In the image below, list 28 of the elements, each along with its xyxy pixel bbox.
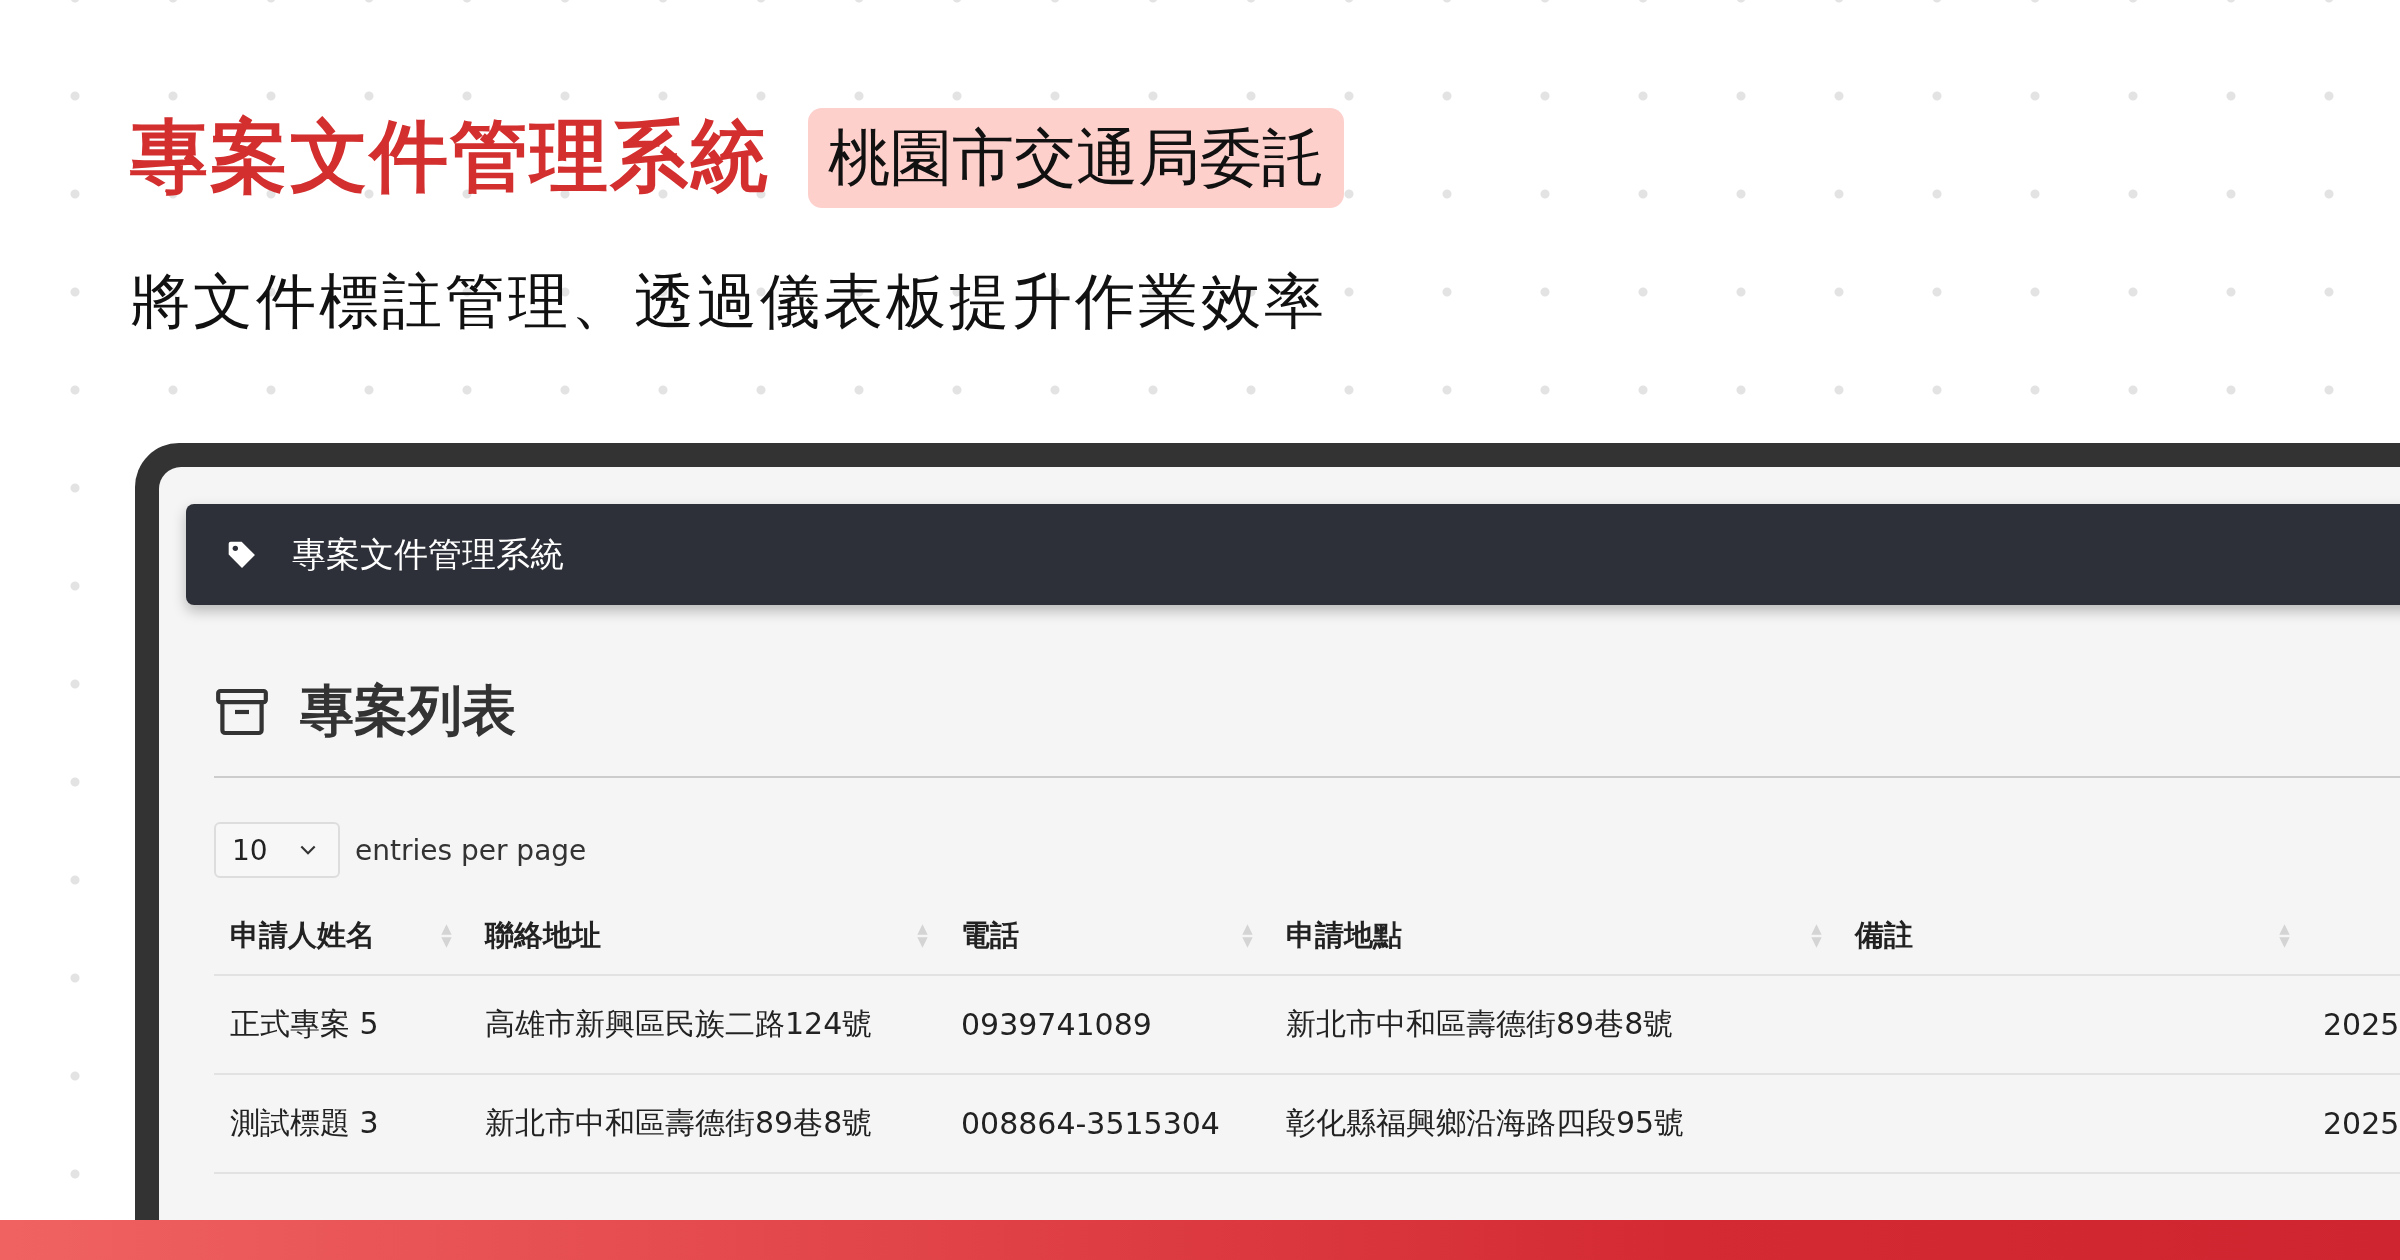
table-cell-text: 新北市中和區壽德街89巷8號 xyxy=(485,1104,873,1142)
table-cell-text: 正式專案 5 xyxy=(230,1005,379,1043)
table-cell: 0939741089 xyxy=(961,1007,1152,1042)
sort-icon[interactable] xyxy=(1810,923,1823,949)
table-cell-text: 彰化縣福興鄉沿海路四段95號 xyxy=(1286,1104,1685,1142)
headline-subtitle: 將文件標註管理、透過儀表板提升作業效率 xyxy=(130,265,1328,338)
sort-icon[interactable] xyxy=(440,923,453,949)
page-size-select[interactable]: 10 xyxy=(214,822,340,878)
column-header[interactable]: 電話 xyxy=(961,916,1019,956)
column-header[interactable]: 申請地點 xyxy=(1286,916,1402,956)
column-header[interactable]: 備註 xyxy=(1855,916,1913,956)
table-cell-text: 高雄市新興區民族二路124號 xyxy=(485,1005,873,1043)
table-cell-text: 測試標題 3 xyxy=(230,1104,379,1142)
table-cell: 008864-3515304 xyxy=(961,1106,1220,1141)
column-header[interactable]: 申請人姓名 xyxy=(230,916,375,956)
entries-label: entries per page xyxy=(355,833,587,867)
sort-icon[interactable] xyxy=(916,923,929,949)
table-cell: 2025 xyxy=(2323,1007,2400,1042)
sort-icon[interactable] xyxy=(2278,923,2291,949)
table-cell: 2025 xyxy=(2323,1106,2400,1141)
table-cell-text: 新北市中和區壽德街89巷8號 xyxy=(1286,1005,1674,1043)
headline-title: 專案文件管理系統 xyxy=(130,110,770,203)
client-badge: 桃園市交通局委託 xyxy=(808,107,1344,208)
sort-icon[interactable] xyxy=(1241,923,1254,949)
page-title: 專案列表 xyxy=(300,678,516,744)
chevron-icon xyxy=(300,844,316,856)
navbar-title[interactable]: 專案文件管理系統 xyxy=(292,531,564,578)
column-header[interactable]: 聯絡地址 xyxy=(485,916,601,956)
